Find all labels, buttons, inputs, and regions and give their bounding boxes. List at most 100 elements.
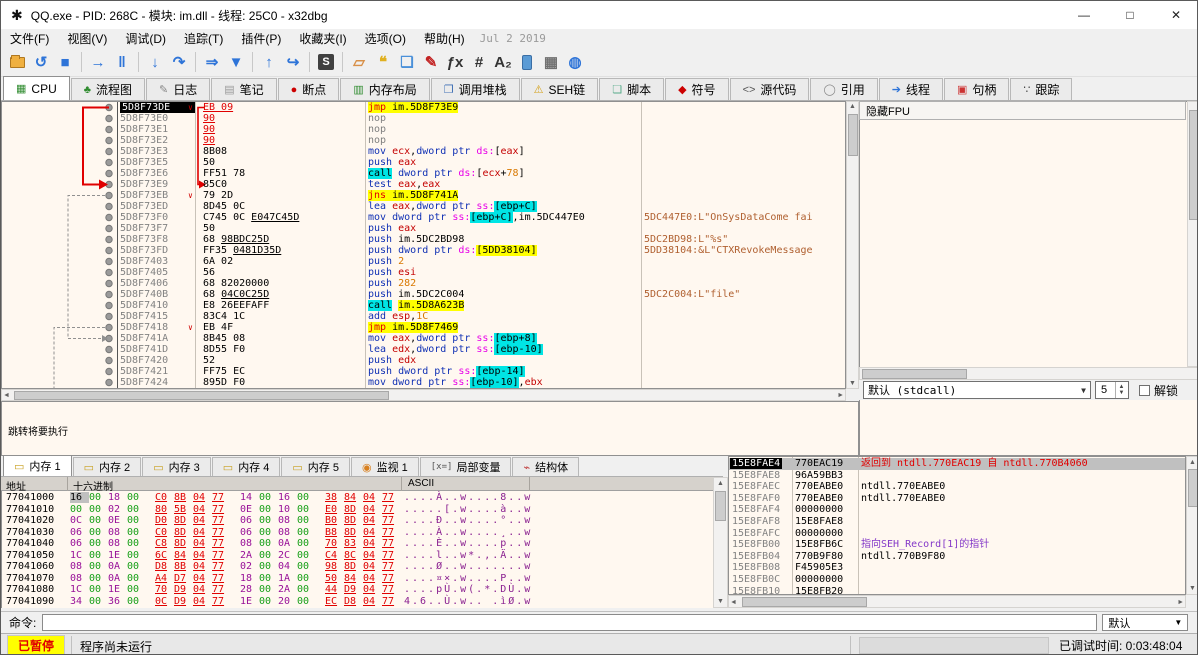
highlight-pencil-icon[interactable]: ✎ — [420, 51, 442, 73]
stop-badge-icon[interactable]: S — [315, 51, 337, 73]
dump-row[interactable]: 7704106008000A00D88B047702000400988D0477… — [2, 561, 714, 573]
menu-item-6[interactable]: 收藏夹(I) — [290, 29, 355, 48]
hide-fpu-button[interactable]: 隐藏FPU — [859, 101, 1186, 120]
close-debuggee-icon[interactable]: ■ — [54, 51, 76, 73]
menu-item-2[interactable]: 视图(V) — [58, 29, 116, 48]
disasm-row[interactable]: 5D8F741D8D55 F0lea edx,dword ptr ss:[ebp… — [2, 344, 846, 355]
stack-pane[interactable]: 15E8FAE4770EAC19返回到 ntdll.770EAC19 自 ntd… — [728, 456, 1186, 595]
tab-源代码[interactable]: <>源代码 — [730, 78, 810, 100]
close-button[interactable]: ✕ — [1153, 1, 1198, 29]
tab-调用堆栈[interactable]: ❐调用堆栈 — [431, 78, 520, 100]
disasm-row[interactable]: 5D8F7424895D F0mov dword ptr ss:[ebp-10]… — [2, 377, 846, 388]
disasm-row[interactable]: 5D8F7418∨EB 4Fjmp im.5D8F7469 — [2, 322, 846, 333]
tab-局部变量[interactable]: [x=]局部变量 — [420, 457, 512, 476]
disassembly-pane[interactable]: 5D8F73DE∨EB 09jmp im.5D8F73E95D8F73E090n… — [1, 101, 846, 389]
disasm-vscrollbar[interactable]: ▲ ▼ — [846, 101, 859, 389]
tab-内存 4[interactable]: ▭内存 4 — [212, 457, 281, 476]
dump-row[interactable]: 7704107008000A00A4D7047718001A0050840477… — [2, 573, 714, 585]
stack-row[interactable]: 15E8FB0015E8FB6C指向SEH_Record[1]的指针 — [729, 539, 1186, 551]
run-icon[interactable]: → — [87, 51, 109, 73]
disasm-row[interactable]: 5D8F741A8B45 08mov eax,dword ptr ss:[ebp… — [2, 333, 846, 344]
tab-笔记[interactable]: ▤笔记 — [211, 78, 276, 100]
disasm-row[interactable]: 5D8F74036A 02push 2 — [2, 256, 846, 267]
registers-hscrollbar[interactable] — [859, 367, 1198, 380]
disasm-row[interactable]: 5D8F7410E8 26EEFAFFcall im.5D8A623B — [2, 300, 846, 311]
tab-脚本[interactable]: ❏脚本 — [599, 78, 664, 100]
hash-icon[interactable]: # — [468, 51, 490, 73]
disasm-row[interactable]: 5D8F73F750push eax — [2, 223, 846, 234]
device-icon[interactable] — [516, 51, 538, 73]
disasm-row[interactable]: 5D8F73F0C745 0C E047C45Dmov dword ptr ss… — [2, 212, 846, 223]
run-to-user-code-icon[interactable]: ↪ — [282, 51, 304, 73]
memory-dump-pane[interactable]: 7704100016001800C08B04771400160038840477… — [1, 491, 713, 608]
disasm-row[interactable]: 5D8F73EB∨79 2Djns im.5D8F741A — [2, 190, 846, 201]
title-bar[interactable]: ✱ QQ.exe - PID: 268C - 模块: im.dll - 线程: … — [1, 1, 1198, 29]
disasm-row[interactable]: 5D8F740B68 04C0C25Dpush im.5DC2C0045DC2C… — [2, 289, 846, 300]
stack-row[interactable]: 15E8FB04770B9F80ntdll.770B9F80 — [729, 551, 1186, 563]
tab-内存 3[interactable]: ▭内存 3 — [142, 457, 211, 476]
open-file-icon[interactable] — [6, 51, 28, 73]
tab-断点[interactable]: ●断点 — [278, 78, 340, 100]
registers-vscrollbar[interactable] — [1187, 101, 1198, 367]
stack-hscrollbar[interactable]: ◄ ► — [728, 595, 1186, 608]
stack-row[interactable]: 15E8FAFC00000000 — [729, 528, 1186, 540]
functions-fx-icon[interactable]: ƒx — [444, 51, 466, 73]
dump-row[interactable]: 7704103006000800C08D047706000800B88D0477… — [2, 527, 714, 539]
menu-item-1[interactable]: 文件(F) — [1, 29, 58, 48]
tab-内存 2[interactable]: ▭内存 2 — [73, 457, 142, 476]
tab-跟踪[interactable]: ∵跟踪 — [1010, 78, 1072, 100]
tab-内存 1[interactable]: ▭内存 1 — [3, 455, 72, 476]
label-icon[interactable]: ❏ — [396, 51, 418, 73]
disasm-row[interactable]: 5D8F73E090nop — [2, 113, 846, 124]
disasm-row[interactable]: 5D8F7421FF75 ECpush dword ptr ss:[ebp-14… — [2, 366, 846, 377]
menu-item-5[interactable]: 插件(P) — [232, 29, 290, 48]
execute-till-return-icon[interactable]: ↑ — [258, 51, 280, 73]
disasm-row[interactable]: 5D8F73ED8D45 0Clea eax,dword ptr ss:[ebp… — [2, 201, 846, 212]
stack-row[interactable]: 15E8FB08F45905E3 — [729, 562, 1186, 574]
text-az-icon[interactable]: A₂ — [492, 51, 514, 73]
dump-vscrollbar[interactable]: ▲ ▼ — [713, 477, 728, 608]
dump-row[interactable]: 770410200C000E00D08D047706000800B08D0477… — [2, 515, 714, 527]
tab-流程图[interactable]: ♣流程图 — [71, 78, 145, 100]
disasm-row[interactable]: 5D8F73E6FF51 78call dword ptr ds:[ecx+78… — [2, 168, 846, 179]
stack-row[interactable]: 15E8FAEC770EABE0ntdll.770EABE0 — [729, 481, 1186, 493]
stack-row[interactable]: 15E8FB0C00000000 — [729, 574, 1186, 586]
disasm-row[interactable]: 5D8F740668 82020000push 282 — [2, 278, 846, 289]
pause-icon[interactable]: ‖ — [111, 51, 133, 73]
step-into-icon[interactable]: ↓ — [144, 51, 166, 73]
tab-句柄[interactable]: ▣句柄 — [944, 78, 1009, 100]
disasm-row[interactable]: 5D8F740556push esi — [2, 267, 846, 278]
tab-符号[interactable]: ◆符号 — [665, 78, 728, 100]
tab-监视 1[interactable]: ◉监视 1 — [351, 457, 419, 476]
step-out-icon[interactable]: ▼ — [225, 51, 247, 73]
dump-row[interactable]: 7704104006000800C88D047708000A0070830477… — [2, 538, 714, 550]
step-over-icon[interactable]: ↷ — [168, 51, 190, 73]
tab-内存 5[interactable]: ▭内存 5 — [281, 457, 350, 476]
stack-row[interactable]: 15E8FAF815E8FAE8 — [729, 516, 1186, 528]
command-input[interactable] — [42, 614, 1097, 631]
tab-CPU[interactable]: ▦CPU — [3, 76, 70, 100]
dump-row[interactable]: 770410501C001E006C8404772A002C00C48C0477… — [2, 550, 714, 562]
convention-dropdown[interactable]: 默认 (stdcall) ▼ — [863, 381, 1091, 399]
maximize-button[interactable]: □ — [1107, 1, 1153, 29]
disasm-row[interactable]: 5D8F73E290nop — [2, 135, 846, 146]
minimize-button[interactable]: — — [1061, 1, 1107, 29]
disasm-row[interactable]: 5D8F73E550push eax — [2, 157, 846, 168]
tab-引用[interactable]: ◯引用 — [810, 78, 877, 100]
menu-item-3[interactable]: 调试(D) — [116, 29, 175, 48]
disasm-row[interactable]: 5D8F73F868 98BDC25Dpush im.5DC2BD985DC2B… — [2, 234, 846, 245]
menu-item-7[interactable]: 选项(O) — [356, 29, 415, 48]
disasm-row[interactable]: 5D8F73FDFF35 0481D35Dpush dword ptr ds:[… — [2, 245, 846, 256]
tab-SEH链[interactable]: ⚠SEH链 — [521, 78, 599, 100]
dump-row[interactable]: 770410801C001E0070D9047728002A0044D90477… — [2, 584, 714, 596]
menu-item-8[interactable]: 帮助(H) — [415, 29, 474, 48]
dump-row[interactable]: 7704100016001800C08B04771400160038840477… — [2, 492, 714, 504]
disasm-row[interactable]: 5D8F73E985C0test eax,eax — [2, 179, 846, 190]
spinner-arrows-icon[interactable]: ▲▼ — [1115, 382, 1127, 398]
restart-icon[interactable]: ↺ — [30, 51, 52, 73]
tab-结构体[interactable]: ⌁结构体 — [512, 457, 579, 476]
command-dropdown[interactable]: 默认 ▼ — [1102, 614, 1188, 631]
stack-row[interactable]: 15E8FAF400000000 — [729, 504, 1186, 516]
disasm-row[interactable]: 5D8F741583C4 1Cadd esp,1C — [2, 311, 846, 322]
comment-icon[interactable]: ❝ — [372, 51, 394, 73]
